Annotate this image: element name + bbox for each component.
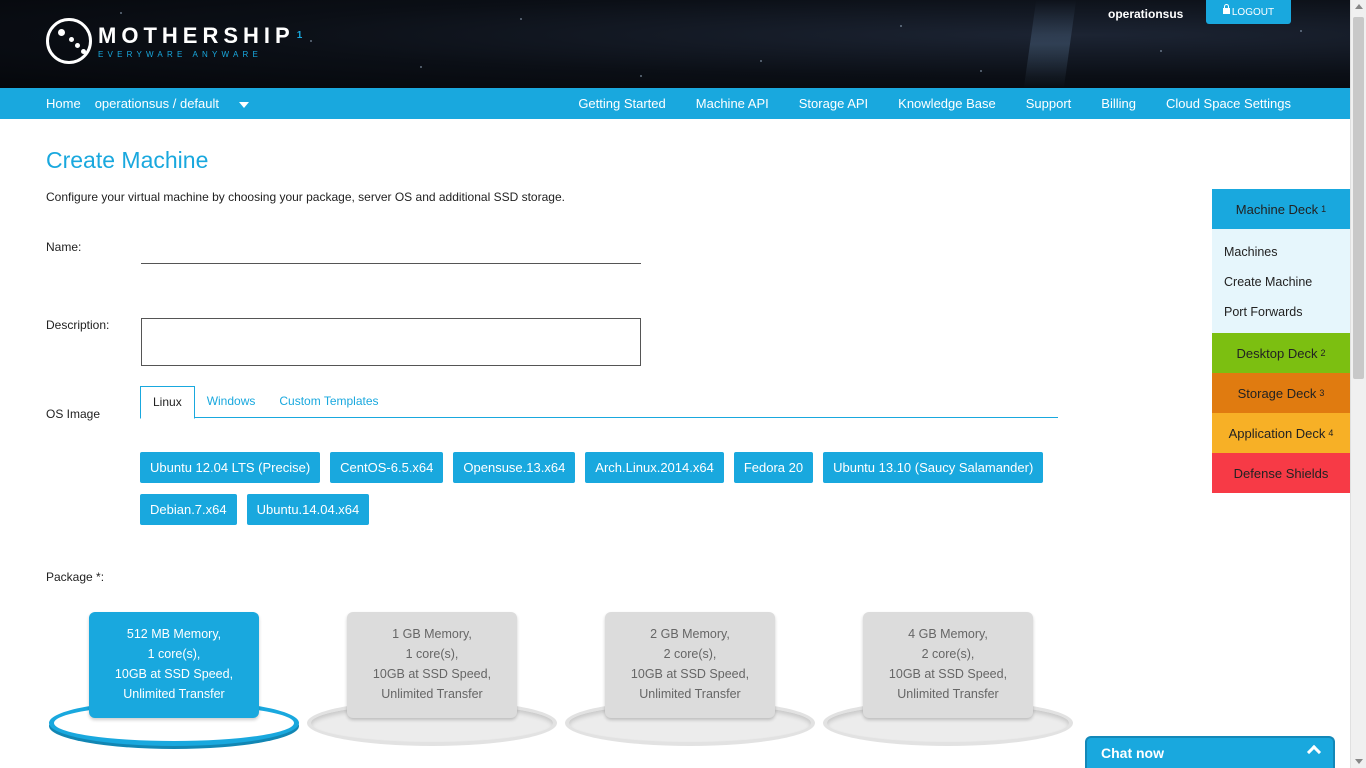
package-4gb[interactable]: 4 GB Memory, 2 core(s), 10GB at SSD Speed…: [823, 610, 1073, 750]
deck-item-port-forwards[interactable]: Port Forwards: [1224, 297, 1350, 327]
os-tabs: Linux Windows Custom Templates: [140, 386, 1058, 419]
nav-machine-api[interactable]: Machine API: [696, 96, 769, 111]
package-1gb[interactable]: 1 GB Memory, 1 core(s), 10GB at SSD Speed…: [307, 610, 557, 750]
mothership-logo-icon: [46, 18, 92, 64]
os-centos-6-5[interactable]: CentOS-6.5.x64: [330, 452, 444, 483]
digit-stream-decoration: [1023, 0, 1077, 88]
os-opensuse-13[interactable]: Opensuse.13.x64: [453, 452, 576, 483]
scroll-up-icon[interactable]: [1355, 4, 1363, 9]
site-header: MOTHERSHIP 1 EVERYWARE ANYWARE operations…: [0, 0, 1350, 88]
deck-item-create-machine[interactable]: Create Machine: [1224, 267, 1350, 297]
chevron-up-icon[interactable]: [1306, 744, 1322, 760]
description-label: Description:: [46, 318, 110, 332]
nav-knowledge-base[interactable]: Knowledge Base: [898, 96, 996, 111]
page-scrollbar[interactable]: [1350, 0, 1366, 768]
current-user: operationsus: [1108, 7, 1184, 21]
nav-billing[interactable]: Billing: [1101, 96, 1136, 111]
logout-button[interactable]: LOGOUT: [1206, 0, 1291, 24]
name-label: Name:: [46, 240, 82, 254]
intro-text: Configure your virtual machine by choosi…: [46, 190, 565, 204]
brand-title: MOTHERSHIP 1: [98, 22, 303, 48]
nav-home[interactable]: Home: [46, 96, 81, 111]
package-card: 2 GB Memory, 2 core(s), 10GB at SSD Speed…: [605, 612, 775, 718]
brand-tagline: EVERYWARE ANYWARE: [98, 49, 263, 59]
os-ubuntu-14-04[interactable]: Ubuntu.14.04.x64: [246, 494, 370, 525]
os-ubuntu-13-10[interactable]: Ubuntu 13.10 (Saucy Salamander): [823, 452, 1044, 483]
chat-now-widget[interactable]: Chat now: [1085, 736, 1335, 768]
deck-sidebar: Machine Deck 1 Machines Create Machine Po…: [1212, 189, 1350, 493]
lock-icon: [1222, 4, 1230, 14]
nav-getting-started[interactable]: Getting Started: [578, 96, 665, 111]
nav-cloud-space-settings[interactable]: Cloud Space Settings: [1166, 96, 1291, 111]
name-input[interactable]: [141, 238, 641, 264]
application-deck-header[interactable]: Application Deck 4: [1212, 413, 1350, 453]
cloud-space-selector[interactable]: operationsus / default: [95, 96, 263, 111]
os-image-label: OS Image: [46, 407, 101, 421]
os-arch-linux[interactable]: Arch.Linux.2014.x64: [585, 452, 724, 483]
nav-storage-api[interactable]: Storage API: [799, 96, 868, 111]
tab-custom-templates[interactable]: Custom Templates: [267, 386, 390, 418]
os-fedora-20[interactable]: Fedora 20: [733, 452, 814, 483]
nav-support[interactable]: Support: [1026, 96, 1072, 111]
package-512mb[interactable]: 512 MB Memory, 1 core(s), 10GB at SSD Spe…: [49, 610, 299, 750]
tab-linux[interactable]: Linux: [140, 386, 195, 419]
machine-deck-header[interactable]: Machine Deck 1: [1212, 189, 1350, 229]
package-card: 4 GB Memory, 2 core(s), 10GB at SSD Speed…: [863, 612, 1033, 718]
caret-down-icon: [239, 101, 249, 108]
package-card: 512 MB Memory, 1 core(s), 10GB at SSD Spe…: [89, 612, 259, 718]
mothership-logo[interactable]: MOTHERSHIP 1 EVERYWARE ANYWARE: [46, 18, 302, 64]
deck-item-machines[interactable]: Machines: [1224, 237, 1350, 267]
package-card: 1 GB Memory, 1 core(s), 10GB at SSD Speed…: [347, 612, 517, 718]
storage-deck-header[interactable]: Storage Deck 3: [1212, 373, 1350, 413]
main-nav: Home operationsus / default Getting Star…: [0, 88, 1350, 119]
os-debian-7[interactable]: Debian.7.x64: [140, 494, 237, 525]
scroll-thumb[interactable]: [1353, 17, 1364, 379]
package-label: Package *:: [46, 570, 105, 584]
os-ubuntu-12-04[interactable]: Ubuntu 12.04 LTS (Precise): [140, 452, 321, 483]
desktop-deck-header[interactable]: Desktop Deck 2: [1212, 333, 1350, 373]
tab-windows[interactable]: Windows: [195, 386, 268, 418]
os-image-list: Ubuntu 12.04 LTS (Precise) CentOS-6.5.x6…: [140, 452, 1060, 536]
page-title: Create Machine: [46, 147, 209, 173]
scroll-down-icon[interactable]: [1355, 759, 1363, 764]
machine-deck-menu: Machines Create Machine Port Forwards: [1212, 229, 1350, 333]
defense-shields-header[interactable]: Defense Shields: [1212, 453, 1350, 493]
package-2gb[interactable]: 2 GB Memory, 2 core(s), 10GB at SSD Speed…: [565, 610, 815, 750]
description-input[interactable]: [141, 318, 641, 366]
